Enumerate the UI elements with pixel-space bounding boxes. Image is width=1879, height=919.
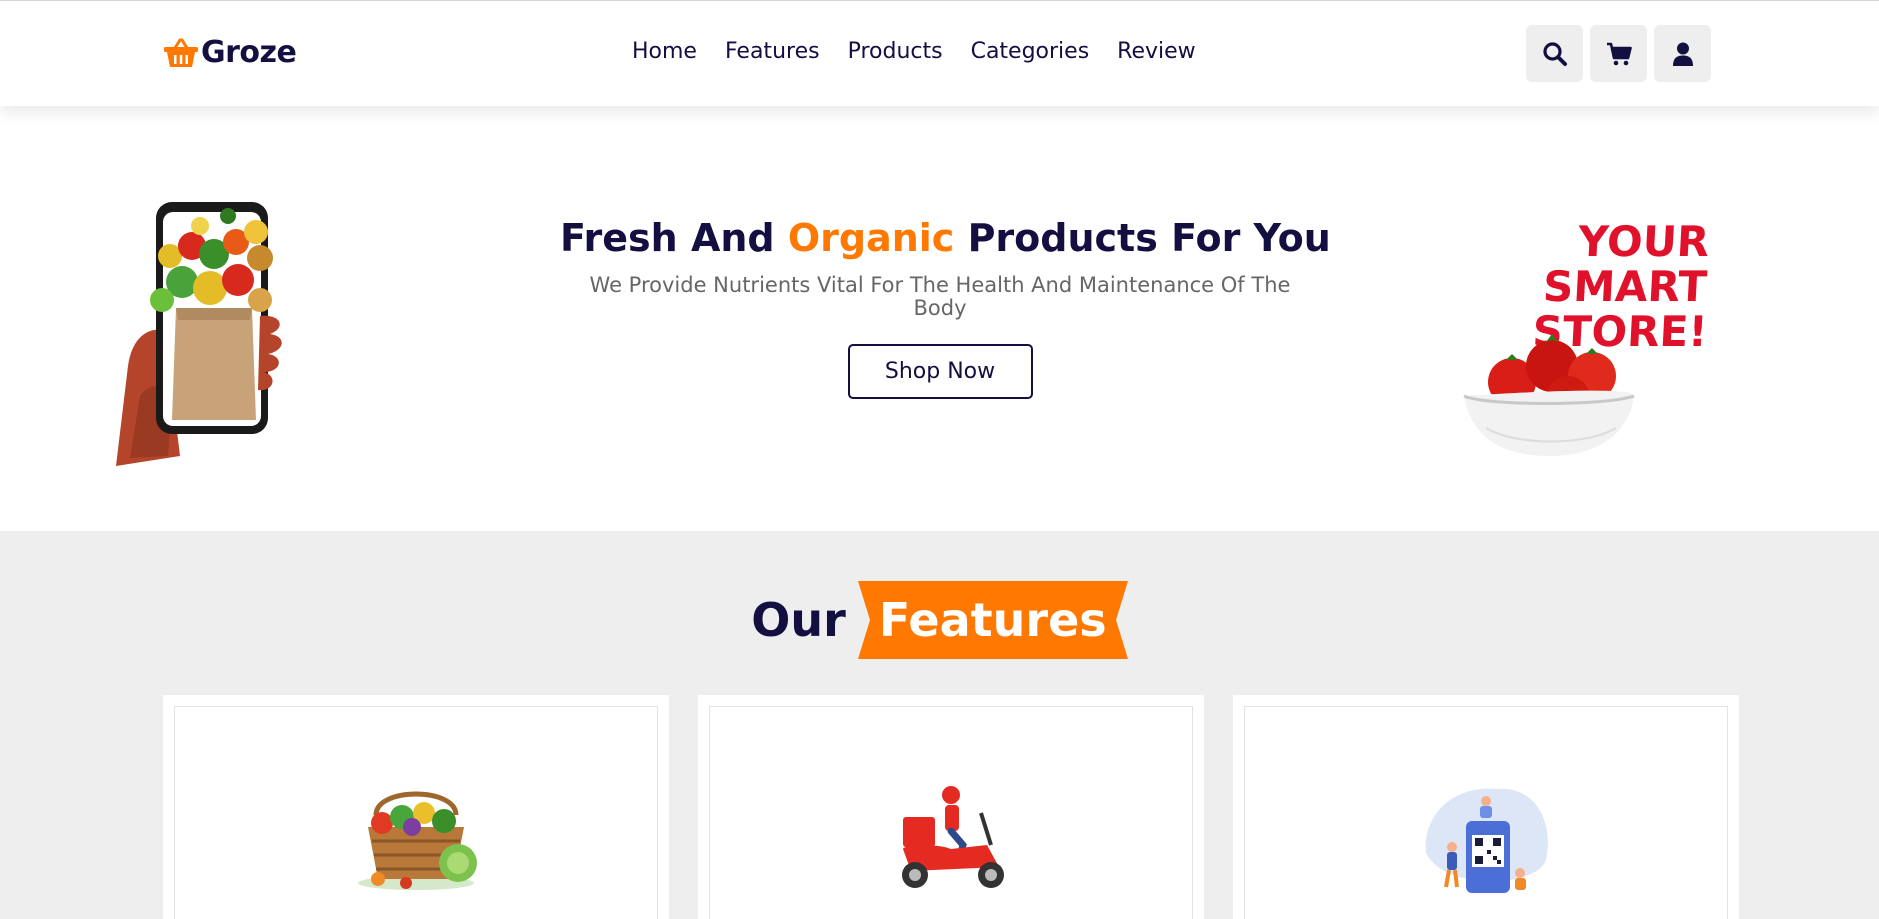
cart-icon	[1606, 42, 1632, 65]
nav-home[interactable]: Home	[632, 39, 697, 64]
feature-cards	[163, 695, 1739, 919]
hero-section: Fresh And Organic Products For You We Pr…	[0, 106, 1879, 531]
smart-store-line-2: SMART	[1542, 262, 1709, 311]
shop-now-button[interactable]: Shop Now	[847, 344, 1033, 399]
features-heading-our: Our	[751, 593, 846, 647]
hero-content: Fresh And Organic Products For You We Pr…	[560, 216, 1331, 399]
hero-subtitle: We Provide Nutrients Vital For The Healt…	[589, 273, 1291, 320]
features-heading-highlight: Features	[878, 593, 1107, 647]
vegetable-basket-illustration	[358, 791, 477, 890]
cart-button[interactable]	[1590, 25, 1647, 82]
feature-card	[1233, 695, 1739, 919]
features-heading-banner: Features	[857, 581, 1128, 659]
search-icon	[1542, 41, 1567, 66]
nav-review[interactable]: Review	[1117, 39, 1196, 64]
feature-card	[163, 695, 669, 919]
features-heading: Our Features	[0, 581, 1879, 659]
feature-card	[698, 695, 1204, 919]
site-header: Groze Home Features Products Categories …	[0, 0, 1879, 106]
user-icon	[1672, 42, 1693, 66]
account-button[interactable]	[1654, 25, 1711, 82]
shopping-basket-icon	[164, 38, 198, 67]
nav-products[interactable]: Products	[848, 39, 943, 64]
search-button[interactable]	[1526, 25, 1583, 82]
smart-store-tomato-image: YOUR SMART STORE!	[1463, 217, 1711, 456]
hero-title-accent: Organic	[787, 216, 955, 260]
phone-groceries-image	[116, 202, 282, 466]
hero-title: Fresh And Organic Products For You	[560, 216, 1331, 260]
features-section: Our Features	[0, 531, 1879, 919]
nav-features[interactable]: Features	[725, 39, 820, 64]
header-icons	[1526, 25, 1711, 82]
nav-categories[interactable]: Categories	[971, 39, 1090, 64]
main-nav: Home Features Products Categories Review	[632, 39, 1196, 64]
smart-store-line-1: YOUR	[1576, 217, 1711, 266]
qr-payment-illustration	[1425, 788, 1548, 893]
logo[interactable]: Groze	[163, 35, 297, 70]
delivery-scooter-illustration	[902, 786, 1004, 888]
logo-text: Groze	[201, 35, 297, 70]
